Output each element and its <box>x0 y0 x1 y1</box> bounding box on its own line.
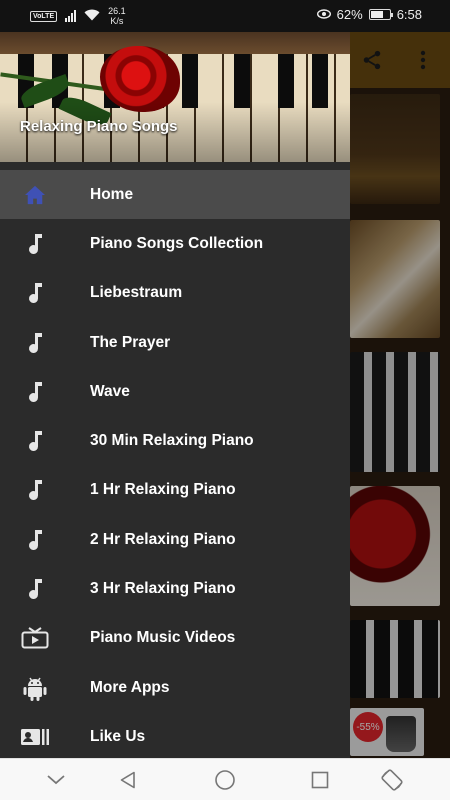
home-nav-icon[interactable] <box>203 759 247 800</box>
eye-comfort-icon <box>316 7 331 22</box>
menu-item-label: Piano Music Videos <box>90 629 236 647</box>
menu-item-more-apps[interactable]: More Apps <box>0 663 350 712</box>
menu-item-like-us[interactable]: Like Us <box>0 712 350 758</box>
menu-item-label: Piano Songs Collection <box>90 234 264 252</box>
menu-item-label: The Prayer <box>90 333 171 351</box>
drawer-menu: Home Piano Songs Collection Liebestraum … <box>0 170 350 758</box>
status-bar: VoLTE 26.1 K/s 62% 6:58 <box>0 0 450 32</box>
music-note-icon <box>0 233 90 255</box>
navigation-drawer: Relaxing Piano Songs Home Piano Songs Co… <box>0 32 350 758</box>
menu-item-label: 3 Hr Relaxing Piano <box>90 580 236 598</box>
music-note-icon <box>0 381 90 403</box>
drawer-title: Relaxing Piano Songs <box>20 118 178 135</box>
music-note-icon <box>0 529 90 551</box>
wifi-icon <box>84 9 100 24</box>
menu-item-30-min-relaxing-piano[interactable]: 30 Min Relaxing Piano <box>0 416 350 465</box>
back-icon[interactable] <box>106 759 150 800</box>
menu-item-home[interactable]: Home <box>0 170 350 220</box>
music-note-icon <box>0 282 90 304</box>
menu-item-3-hr-relaxing-piano[interactable]: 3 Hr Relaxing Piano <box>0 564 350 613</box>
battery-percent: 62% <box>336 7 363 22</box>
network-speed-unit: K/s <box>110 16 124 26</box>
menu-item-label: 1 Hr Relaxing Piano <box>90 481 236 499</box>
menu-item-label: Wave <box>90 382 130 400</box>
menu-item-label: Home <box>90 185 134 203</box>
volte-badge: VoLTE <box>30 10 58 22</box>
music-note-icon <box>0 430 90 452</box>
collapse-chevron-icon[interactable] <box>34 759 78 800</box>
menu-item-label: Liebestraum <box>90 284 183 302</box>
recents-icon[interactable] <box>298 759 342 800</box>
android-icon <box>0 675 90 701</box>
rotate-screen-icon[interactable] <box>370 759 414 800</box>
drawer-header: Relaxing Piano Songs <box>0 32 350 162</box>
system-nav-bar <box>0 758 450 800</box>
contact-card-icon <box>0 727 90 747</box>
menu-item-wave[interactable]: Wave <box>0 367 350 416</box>
menu-item-label: Like Us <box>90 727 146 745</box>
menu-item-1-hr-relaxing-piano[interactable]: 1 Hr Relaxing Piano <box>0 466 350 515</box>
network-speed: 26.1 K/s <box>108 6 126 26</box>
signal-icon <box>65 10 77 22</box>
tv-icon <box>0 627 90 649</box>
music-note-icon <box>0 479 90 501</box>
menu-item-label: 2 Hr Relaxing Piano <box>90 530 236 548</box>
menu-item-label: 30 Min Relaxing Piano <box>90 432 254 450</box>
scrim-overlay[interactable] <box>350 32 450 758</box>
network-speed-value: 26.1 <box>108 6 126 16</box>
clock: 6:58 <box>396 7 422 22</box>
menu-item-piano-songs-collection[interactable]: Piano Songs Collection <box>0 219 350 268</box>
music-note-icon <box>0 332 90 354</box>
battery-icon <box>368 9 393 20</box>
menu-item-2-hr-relaxing-piano[interactable]: 2 Hr Relaxing Piano <box>0 515 350 564</box>
menu-item-the-prayer[interactable]: The Prayer <box>0 318 350 367</box>
music-note-icon <box>0 578 90 600</box>
menu-item-liebestraum[interactable]: Liebestraum <box>0 269 350 318</box>
menu-item-label: More Apps <box>90 678 170 696</box>
home-icon <box>0 185 90 205</box>
menu-item-piano-music-videos[interactable]: Piano Music Videos <box>0 614 350 663</box>
